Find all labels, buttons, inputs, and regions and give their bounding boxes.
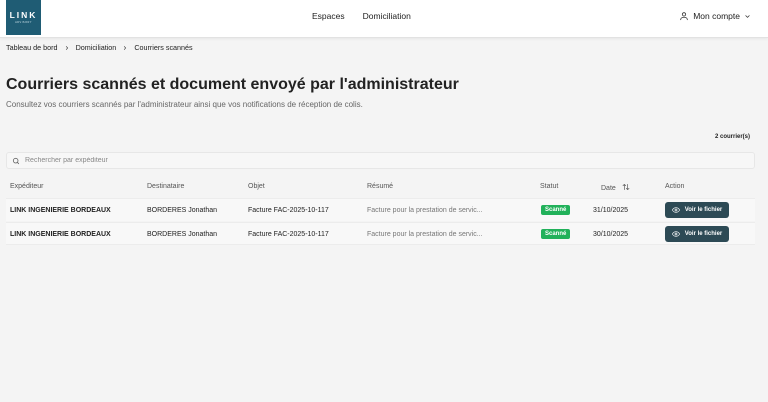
table-row: LINK INGENIERIE BORDEAUX BORDERES Jonath…: [6, 222, 755, 245]
logo-subtext: ADVISORY: [15, 20, 32, 24]
cell-expediteur: LINK INGENIERIE BORDEAUX: [10, 231, 111, 238]
main-nav: Espaces Domiciliation: [312, 11, 411, 21]
breadcrumb: Tableau de bord Domiciliation Courriers …: [6, 43, 193, 52]
top-bar: LINK ADVISORY Espaces Domiciliation Mon …: [0, 0, 768, 38]
view-file-button[interactable]: Voir le fichier: [665, 202, 729, 218]
logo-text: LINK: [9, 10, 38, 20]
column-action: Action: [665, 183, 685, 190]
nav-espaces[interactable]: Espaces: [312, 11, 345, 21]
column-expediteur: Expéditeur: [10, 183, 44, 190]
table-row: LINK INGENIERIE BORDEAUX BORDERES Jonath…: [6, 198, 755, 221]
cell-date: 31/10/2025: [593, 207, 629, 214]
cell-date: 30/10/2025: [593, 231, 629, 238]
eye-icon: [671, 206, 680, 214]
breadcrumb-domiciliation[interactable]: Domiciliation: [76, 43, 117, 52]
view-file-label: Voir le fichier: [684, 207, 723, 213]
sort-icon[interactable]: [622, 183, 630, 193]
column-date[interactable]: Date: [601, 183, 630, 193]
mail-count: 2 courrier(s): [714, 134, 750, 140]
column-resume: Résumé: [367, 183, 394, 190]
column-date-label: Date: [601, 184, 616, 192]
nav-domiciliation[interactable]: Domiciliation: [363, 11, 411, 21]
status-badge: Scanné: [541, 229, 571, 240]
search-icon: [12, 157, 20, 165]
view-file-button[interactable]: Voir le fichier: [665, 226, 729, 242]
cell-objet: Facture FAC-2025-10-117: [248, 207, 329, 214]
search-input[interactable]: [25, 153, 725, 168]
cell-destinataire: BORDERES Jonathan: [147, 207, 218, 214]
column-objet: Objet: [248, 183, 265, 190]
logo[interactable]: LINK ADVISORY: [6, 0, 41, 35]
chevron-right-icon: [122, 45, 128, 51]
breadcrumb-dashboard[interactable]: Tableau de bord: [6, 43, 58, 52]
cell-resume: Facture pour la prestation de servic...: [367, 207, 483, 214]
cell-objet: Facture FAC-2025-10-117: [248, 231, 329, 238]
page-subtitle: Consultez vos courriers scannés par l'ad…: [6, 100, 363, 109]
chevron-down-icon: [744, 13, 751, 20]
view-file-label: Voir le fichier: [684, 231, 723, 237]
search-bar: [6, 152, 755, 169]
chevron-right-icon: [64, 45, 70, 51]
cell-resume: Facture pour la prestation de servic...: [367, 231, 483, 238]
cell-statut: Scanné: [541, 199, 571, 222]
column-statut: Statut: [540, 183, 559, 190]
account-menu[interactable]: Mon compte: [679, 11, 751, 21]
status-badge: Scanné: [541, 205, 571, 216]
cell-expediteur: LINK INGENIERIE BORDEAUX: [10, 207, 111, 214]
eye-icon: [671, 230, 680, 238]
page-title: Courriers scannés et document envoyé par…: [6, 76, 459, 93]
breadcrumb-current: Courriers scannés: [134, 43, 193, 52]
column-destinataire: Destinataire: [147, 183, 185, 190]
account-label: Mon compte: [693, 11, 740, 21]
cell-destinataire: BORDERES Jonathan: [147, 231, 218, 238]
user-icon: [679, 11, 689, 21]
cell-statut: Scanné: [541, 223, 571, 246]
